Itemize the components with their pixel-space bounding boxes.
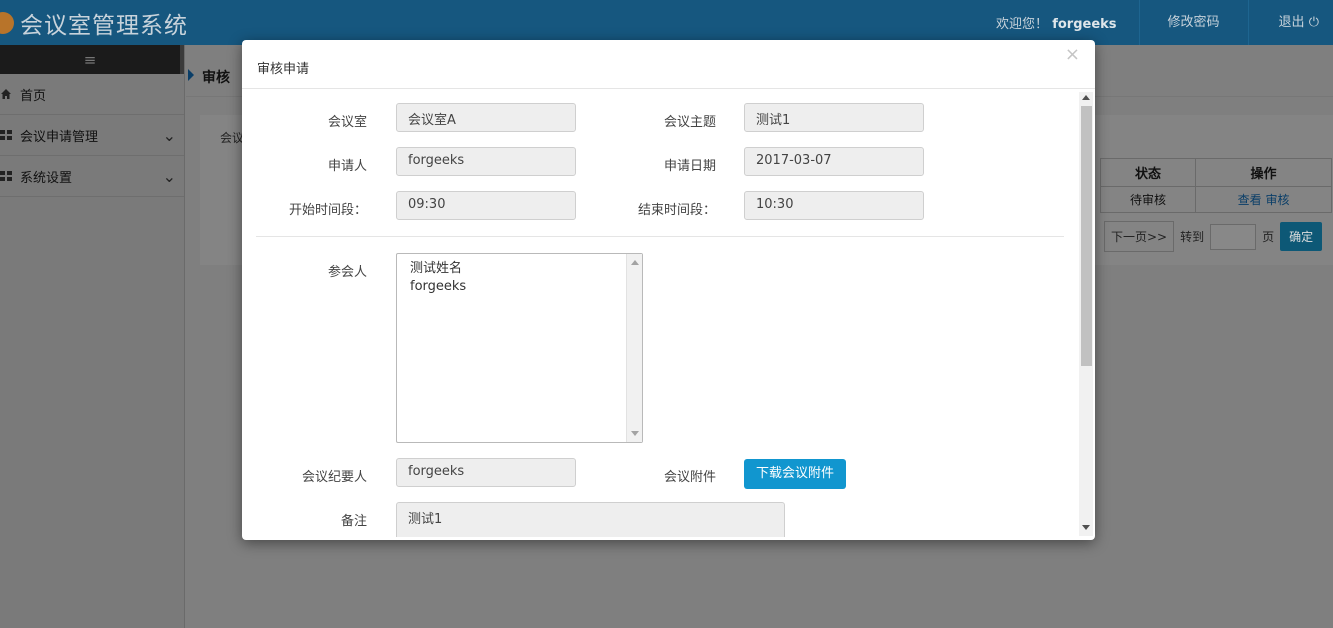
review-application-modal: 审核申请 × 会议室 会议室A 会议主题 测试1 申请人 forgeeks 申请… — [242, 40, 1095, 540]
room-label: 会议室 — [327, 115, 367, 130]
start-time-label: 开始时间段： — [288, 203, 367, 218]
modal-title: 审核申请 — [257, 62, 310, 77]
modal-header: 审核申请 × — [242, 40, 1095, 89]
modal-scrollbar[interactable] — [1079, 92, 1093, 536]
apply-date-field[interactable]: 2017-03-07 — [744, 147, 924, 176]
scroll-down-icon[interactable] — [1082, 525, 1090, 530]
topic-field[interactable]: 测试1 — [744, 103, 924, 132]
remark-field[interactable]: 测试1 — [396, 502, 785, 537]
end-time-field[interactable]: 10:30 — [744, 191, 924, 220]
end-time-label: 结束时间段： — [637, 203, 716, 218]
attachment-label: 会议附件 — [663, 470, 716, 485]
modal-body: 会议室 会议室A 会议主题 测试1 申请人 forgeeks 申请日期 2017… — [242, 90, 1078, 537]
attendees-label: 参会人 — [327, 265, 367, 280]
topic-label: 会议主题 — [663, 115, 716, 130]
scroll-thumb[interactable] — [1081, 106, 1092, 366]
recorder-label: 会议纪要人 — [301, 470, 367, 485]
apply-date-label: 申请日期 — [663, 159, 716, 174]
scroll-up-icon[interactable] — [631, 260, 639, 265]
download-attachment-button[interactable]: 下载会议附件 — [744, 459, 847, 489]
scroll-up-icon[interactable] — [1082, 95, 1090, 100]
room-field[interactable]: 会议室A — [396, 103, 576, 132]
start-time-field[interactable]: 09:30 — [396, 191, 576, 220]
remark-label: 备注 — [340, 514, 367, 529]
list-item[interactable]: 测试姓名 — [397, 260, 642, 278]
applicant-field[interactable]: forgeeks — [396, 147, 576, 176]
list-item[interactable]: forgeeks — [397, 278, 642, 296]
close-icon[interactable]: × — [1065, 44, 1080, 65]
listbox-scrollbar[interactable] — [626, 254, 642, 442]
scroll-down-icon[interactable] — [631, 431, 639, 436]
recorder-field[interactable]: forgeeks — [396, 458, 576, 487]
divider — [256, 236, 1064, 237]
attendees-listbox[interactable]: 测试姓名 forgeeks — [396, 253, 643, 443]
applicant-label: 申请人 — [327, 159, 367, 174]
